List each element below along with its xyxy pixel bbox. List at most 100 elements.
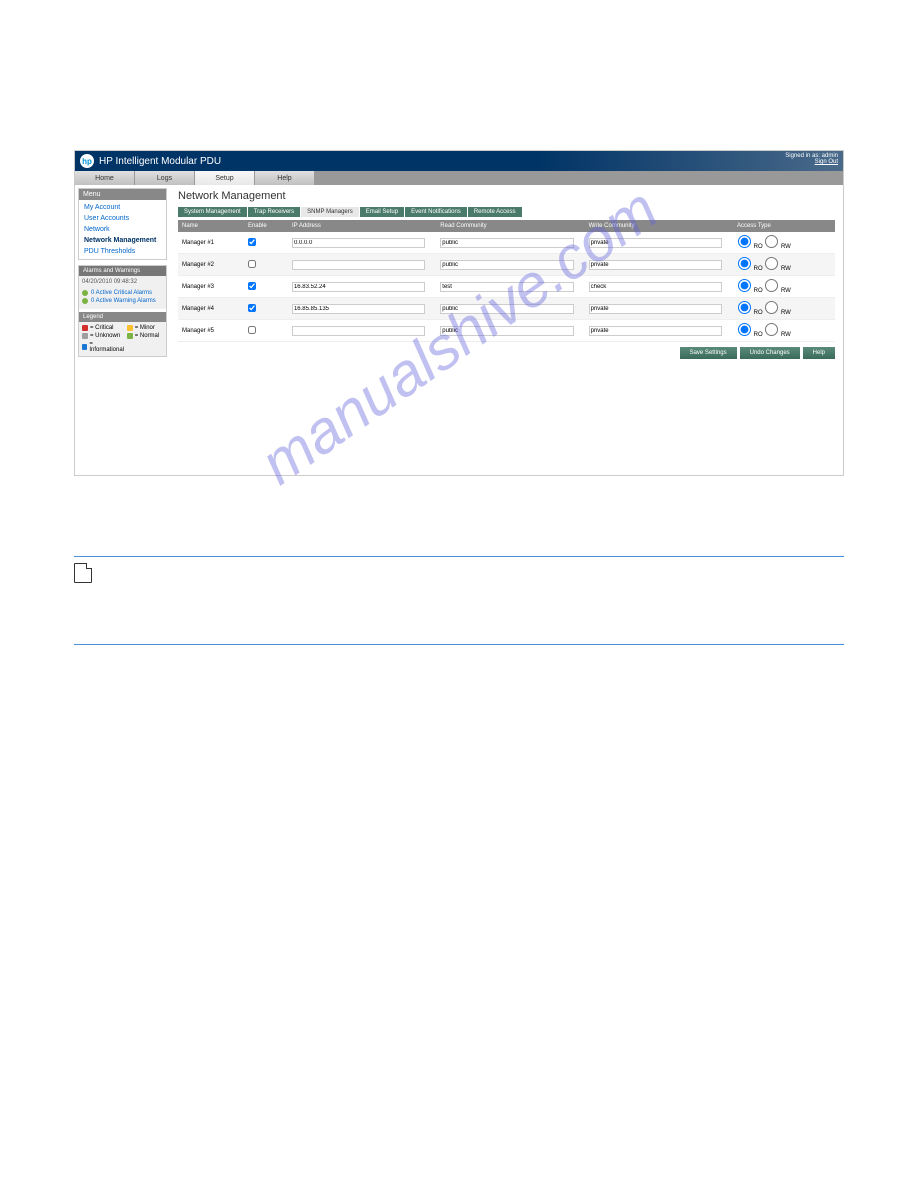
- write-input[interactable]: [589, 238, 722, 248]
- access-ro-radio[interactable]: [738, 257, 751, 270]
- read-input[interactable]: [440, 326, 573, 336]
- legend-item: = Informational: [82, 341, 125, 353]
- access-ro-radio[interactable]: [738, 279, 751, 292]
- write-input[interactable]: [589, 282, 722, 292]
- sub-tab[interactable]: SNMP Managers: [301, 207, 359, 217]
- write-input[interactable]: [589, 326, 722, 336]
- table-row: Manager #4 RO RW: [178, 298, 835, 320]
- enable-checkbox[interactable]: [248, 238, 256, 246]
- read-input[interactable]: [440, 282, 573, 292]
- access-ro-radio[interactable]: [738, 323, 751, 336]
- menu-header: Menu: [79, 189, 166, 200]
- access-type-cell: RO RW: [733, 254, 835, 276]
- manager-name: Manager #5: [178, 320, 244, 342]
- enable-checkbox[interactable]: [248, 304, 256, 312]
- access-rw-radio[interactable]: [765, 323, 778, 336]
- tab-home[interactable]: Home: [75, 171, 135, 185]
- menu-box: Menu My AccountUser AccountsNetworkNetwo…: [78, 188, 167, 260]
- write-input[interactable]: [589, 304, 722, 314]
- legend-item: = Critical: [82, 325, 125, 331]
- ip-input[interactable]: [292, 282, 425, 292]
- undo-button[interactable]: Undo Changes: [740, 347, 800, 359]
- app-window: hp HP Intelligent Modular PDU Signed in …: [74, 150, 844, 476]
- menu-item[interactable]: Network Management: [81, 235, 164, 246]
- access-rw-radio[interactable]: [765, 235, 778, 248]
- sub-tab[interactable]: Trap Receivers: [248, 207, 300, 217]
- manager-name: Manager #2: [178, 254, 244, 276]
- ip-input[interactable]: [292, 260, 425, 270]
- access-ro-label: RO: [752, 244, 764, 250]
- main-tabs: HomeLogsSetupHelp: [75, 171, 843, 185]
- access-ro-radio[interactable]: [738, 301, 751, 314]
- menu-item[interactable]: My Account: [81, 202, 164, 213]
- enable-checkbox[interactable]: [248, 282, 256, 290]
- access-type-cell: RO RW: [733, 298, 835, 320]
- table-header: Access Type: [733, 220, 835, 232]
- sub-tab[interactable]: System Management: [178, 207, 247, 217]
- table-row: Manager #5 RO RW: [178, 320, 835, 342]
- alarm-line: 0 Active Warning Alarms: [82, 298, 163, 304]
- manager-name: Manager #4: [178, 298, 244, 320]
- ip-input[interactable]: [292, 326, 425, 336]
- status-dot-icon: [82, 290, 88, 296]
- enable-checkbox[interactable]: [248, 260, 256, 268]
- left-sidebar: Menu My AccountUser AccountsNetworkNetwo…: [75, 185, 170, 475]
- legend-item: = Normal: [127, 333, 163, 339]
- note-icon: [74, 563, 92, 583]
- legend-header: Legend: [79, 312, 166, 322]
- access-rw-radio[interactable]: [765, 257, 778, 270]
- menu-item[interactable]: PDU Thresholds: [81, 246, 164, 257]
- legend-item: = Minor: [127, 325, 163, 331]
- sub-tabs: System ManagementTrap ReceiversSNMP Mana…: [178, 207, 835, 217]
- access-rw-label: RW: [779, 310, 791, 316]
- enable-checkbox[interactable]: [248, 326, 256, 334]
- table-header: Name: [178, 220, 244, 232]
- content-panel: Network Management System ManagementTrap…: [170, 185, 843, 475]
- read-input[interactable]: [440, 260, 573, 270]
- tab-logs[interactable]: Logs: [135, 171, 195, 185]
- access-rw-label: RW: [779, 332, 791, 338]
- alarm-text[interactable]: 0 Active Critical Alarms: [91, 290, 152, 296]
- read-input[interactable]: [440, 304, 573, 314]
- sub-tab[interactable]: Email Setup: [360, 207, 404, 217]
- access-ro-radio[interactable]: [738, 235, 751, 248]
- access-ro-label: RO: [752, 288, 764, 294]
- save-button[interactable]: Save Settings: [680, 347, 737, 359]
- alarms-body: 04/20/2010 09:48:32 0 Active Critical Al…: [79, 276, 166, 309]
- below-content: [74, 556, 844, 645]
- access-ro-label: RO: [752, 266, 764, 272]
- menu-item[interactable]: User Accounts: [81, 213, 164, 224]
- ip-input[interactable]: [292, 238, 425, 248]
- main-content: Menu My AccountUser AccountsNetworkNetwo…: [75, 185, 843, 475]
- alarm-text[interactable]: 0 Active Warning Alarms: [91, 298, 156, 304]
- sub-tab[interactable]: Remote Access: [468, 207, 522, 217]
- app-header: hp HP Intelligent Modular PDU Signed in …: [75, 151, 843, 171]
- menu-item[interactable]: Network: [81, 224, 164, 235]
- tab-help[interactable]: Help: [255, 171, 315, 185]
- table-row: Manager #3 RO RW: [178, 276, 835, 298]
- divider-line: [74, 644, 844, 645]
- hp-logo-icon: hp: [80, 154, 94, 168]
- manager-name: Manager #3: [178, 276, 244, 298]
- write-input[interactable]: [589, 260, 722, 270]
- legend-swatch-icon: [127, 325, 133, 331]
- help-button[interactable]: Help: [803, 347, 835, 359]
- alarms-box: Alarms and Warnings 04/20/2010 09:48:32 …: [78, 265, 167, 357]
- sign-out-link[interactable]: Sign Out: [815, 159, 838, 165]
- app-title: HP Intelligent Modular PDU: [99, 156, 221, 167]
- ip-input[interactable]: [292, 304, 425, 314]
- access-rw-radio[interactable]: [765, 301, 778, 314]
- sub-tab[interactable]: Event Notifications: [405, 207, 467, 217]
- page-title: Network Management: [178, 190, 835, 202]
- read-input[interactable]: [440, 238, 573, 248]
- legend-label: = Unknown: [90, 333, 120, 339]
- access-ro-label: RO: [752, 332, 764, 338]
- table-header: Enable: [244, 220, 288, 232]
- access-rw-radio[interactable]: [765, 279, 778, 292]
- alarms-timestamp: 04/20/2010 09:48:32: [82, 279, 163, 285]
- tab-setup[interactable]: Setup: [195, 171, 255, 185]
- manager-name: Manager #1: [178, 232, 244, 254]
- menu-body: My AccountUser AccountsNetworkNetwork Ma…: [79, 200, 166, 259]
- access-rw-label: RW: [779, 288, 791, 294]
- access-ro-label: RO: [752, 310, 764, 316]
